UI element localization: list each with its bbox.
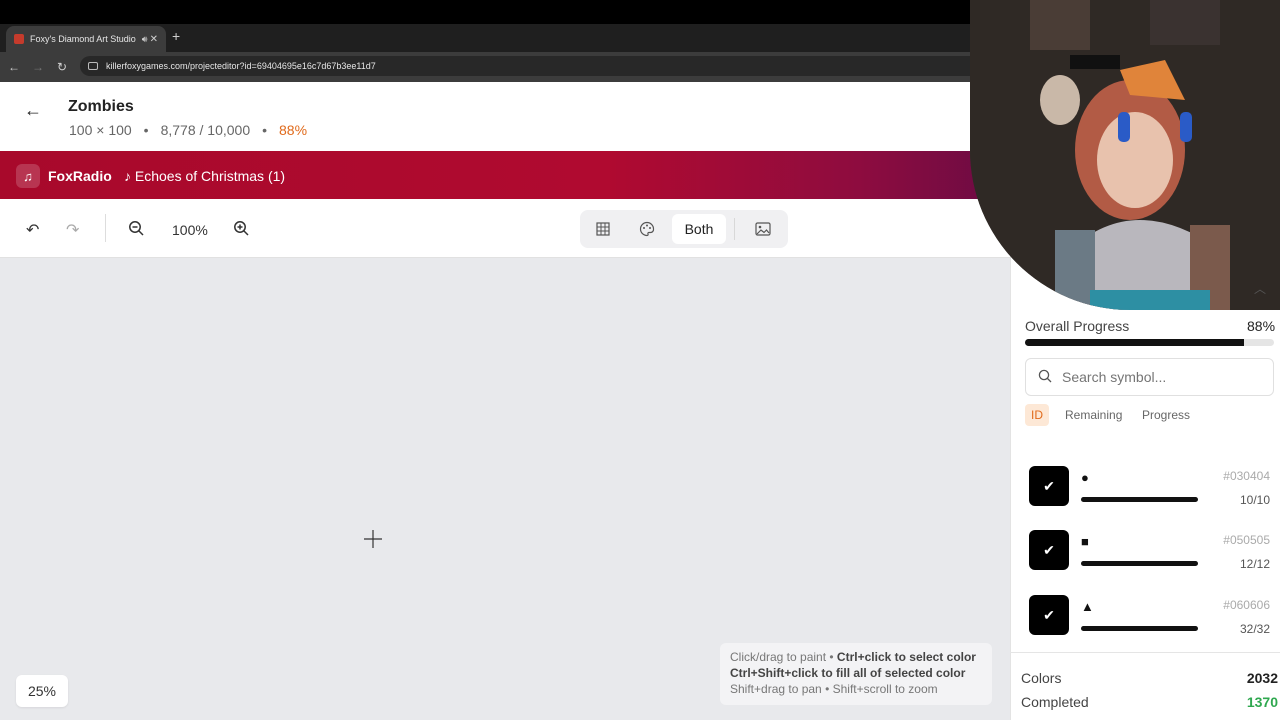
controls-hint: Click/drag to paint • Ctrl+click to sele… (720, 643, 992, 705)
new-tab-button[interactable]: + (172, 28, 180, 44)
browser-forward-icon[interactable]: → (26, 60, 50, 74)
hint-line2: Ctrl+Shift+click to fill all of selected… (730, 666, 966, 680)
color-symbol: ■ (1081, 534, 1089, 549)
color-hex: #030404 (1223, 469, 1270, 483)
color-symbol: ● (1081, 470, 1089, 485)
radio-name: FoxRadio (48, 168, 112, 184)
overall-progress-bar (1025, 339, 1274, 346)
hint-line3: Shift+drag to pan • Shift+scroll to zoom (730, 682, 938, 696)
url-field[interactable]: killerfoxygames.com/projecteditor?id=694… (80, 56, 980, 76)
webcam-overlay (970, 0, 1280, 310)
meta-dot: • (262, 122, 268, 138)
color-progress-bar (1081, 561, 1198, 566)
grid-view-icon[interactable] (589, 216, 617, 242)
color-row[interactable]: ✔ ■ #050505 12/12 (1029, 530, 1274, 576)
zoom-out-icon[interactable] (128, 220, 144, 241)
url-text: killerfoxygames.com/projecteditor?id=694… (106, 61, 376, 71)
project-header (0, 82, 1010, 151)
checkmark-icon: ✔ (1029, 530, 1069, 570)
palette-icon[interactable] (633, 216, 661, 242)
favicon-icon (14, 34, 24, 44)
checkmark-icon: ✔ (1029, 595, 1069, 635)
sort-tab-progress[interactable]: Progress (1136, 404, 1196, 426)
image-view-icon[interactable] (749, 216, 777, 242)
browser-tab[interactable]: Foxy's Diamond Art Studio 🔊︎ ✕ (6, 26, 166, 52)
collapse-chevron-icon[interactable]: ︿ (1254, 280, 1266, 297)
project-meta: 100 × 100 • 8,778 / 10,000 • 88% (69, 122, 307, 138)
overall-progress-label: Overall Progress (1025, 318, 1130, 334)
color-progress-bar (1081, 626, 1198, 631)
speaker-icon[interactable]: 🔊︎ (142, 34, 148, 45)
view-mode-both[interactable]: Both (672, 214, 726, 244)
canvas-zoom-badge[interactable]: 25% (16, 675, 68, 707)
sort-tab-remaining[interactable]: Remaining (1059, 404, 1128, 426)
reload-icon[interactable]: ↻ (50, 60, 74, 74)
overall-progress-value: 88% (1247, 318, 1276, 334)
completed-value: 1370 (1246, 694, 1278, 710)
project-title: Zombies (68, 98, 134, 115)
completed-label: Completed (1021, 694, 1089, 710)
undo-icon[interactable]: ↶ (26, 220, 39, 240)
sort-tab-id[interactable]: ID (1025, 404, 1049, 426)
project-placed: 8,778 / 10,000 (160, 122, 251, 138)
project-percent: 88% (279, 122, 308, 138)
color-hex: #050505 (1223, 533, 1270, 547)
colors-value: 2032 (1246, 670, 1278, 686)
search-input[interactable] (1062, 369, 1252, 385)
toolbar-divider (105, 214, 106, 242)
color-row[interactable]: ✔ ▲ #060606 32/32 (1029, 595, 1274, 641)
hint-line1-plain: Click/drag to paint • (730, 650, 837, 664)
color-row[interactable]: ✔ ● #030404 10/10 (1029, 466, 1274, 512)
browser-back-icon[interactable]: ← (2, 60, 26, 74)
symbol-search[interactable] (1025, 358, 1274, 396)
app-root: Foxy's Diamond Art Studio 🔊︎ ✕ + ✕ ← → ↻… (0, 0, 1280, 720)
music-note-icon[interactable]: ♫ (16, 164, 40, 188)
tab-title: Foxy's Diamond Art Studio (30, 34, 136, 44)
meta-dot: • (143, 122, 149, 138)
overall-progress-fill (1025, 339, 1245, 346)
color-count: 10/10 (1239, 493, 1270, 507)
zoom-level: 100% (172, 222, 208, 238)
color-symbol: ▲ (1081, 599, 1094, 614)
zoom-in-icon[interactable] (233, 220, 249, 241)
redo-icon[interactable]: ↷ (66, 220, 79, 240)
crosshair-cursor-icon (364, 530, 382, 553)
color-count: 32/32 (1239, 622, 1270, 636)
hint-line1-bold: Ctrl+click to select color (836, 650, 976, 664)
checkmark-icon: ✔ (1029, 466, 1069, 506)
back-arrow-icon[interactable]: ← (24, 100, 42, 121)
segment-divider (734, 218, 735, 240)
project-dimensions: 100 × 100 (69, 122, 132, 138)
editor-toolbar (0, 199, 1010, 258)
color-count: 12/12 (1239, 557, 1270, 571)
close-tab-icon[interactable]: ✕ (150, 34, 158, 45)
stats-divider (1010, 652, 1280, 653)
search-icon (1038, 369, 1052, 386)
radio-song: ♪ Echoes of Christmas (1) (124, 168, 286, 184)
site-info-icon[interactable] (88, 62, 98, 70)
colors-label: Colors (1021, 670, 1062, 686)
color-hex: #060606 (1223, 598, 1270, 612)
color-progress-bar (1081, 497, 1198, 502)
